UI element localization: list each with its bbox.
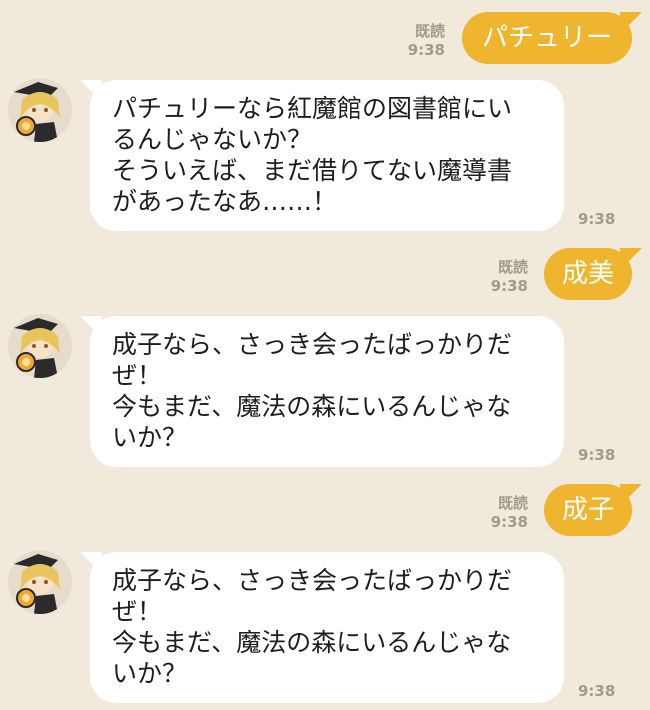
sent-message-bubble[interactable]: パチュリー — [462, 12, 632, 64]
message-line: るんじゃないか？ — [112, 125, 313, 154]
sent-meta: 既読 9:38 — [408, 22, 445, 60]
received-message-bubble[interactable]: 成子なら、さっき会ったばっかりだ ぜ！ 今もまだ、魔法の森にいるんじゃな いか？ — [90, 552, 564, 703]
message-line: 成子なら、さっき会ったばっかりだ — [112, 566, 513, 595]
message-line: があったなあ……！ — [112, 187, 338, 216]
timestamp: 9:38 — [578, 446, 616, 464]
received-message-bubble[interactable]: パチュリーなら紅魔館の図書館にい るんじゃないか？ そういえば、まだ借りてない魔… — [90, 80, 564, 231]
message-line: そういえば、まだ借りてない魔導書 — [112, 156, 513, 185]
read-receipt: 既読 — [414, 22, 445, 40]
sent-message-bubble[interactable]: 成美 — [544, 248, 632, 300]
timestamp: 9:38 — [578, 682, 616, 700]
message-line: ぜ！ — [112, 597, 163, 626]
read-receipt: 既読 — [497, 258, 528, 276]
timestamp: 9:38 — [578, 210, 616, 228]
character-avatar-icon[interactable] — [8, 78, 72, 142]
message-line: 今もまだ、魔法の森にいるんじゃな — [112, 392, 512, 421]
message-line: いか？ — [112, 423, 188, 452]
sent-meta: 既読 9:38 — [491, 258, 528, 296]
chat-screen: 既読 9:38 パチュリー パチュリーなら紅魔館の図書館にい るんじゃないか？ … — [0, 0, 650, 710]
message-line: 今もまだ、魔法の森にいるんじゃな — [112, 628, 512, 657]
character-avatar-icon[interactable] — [8, 550, 72, 614]
message-line: 成子なら、さっき会ったばっかりだ — [112, 330, 513, 359]
timestamp: 9:38 — [490, 277, 528, 295]
timestamp: 9:38 — [407, 41, 445, 59]
sent-meta: 既読 9:38 — [491, 494, 528, 532]
received-message-bubble[interactable]: 成子なら、さっき会ったばっかりだ ぜ！ 今もまだ、魔法の森にいるんじゃな いか？ — [90, 316, 564, 467]
sent-message-bubble[interactable]: 成子 — [544, 484, 632, 536]
message-line: パチュリーなら紅魔館の図書館にい — [112, 94, 513, 123]
character-avatar-icon[interactable] — [8, 314, 72, 378]
read-receipt: 既読 — [497, 494, 528, 512]
message-line: ぜ！ — [112, 361, 163, 390]
message-line: いか？ — [112, 659, 188, 688]
timestamp: 9:38 — [490, 513, 528, 531]
